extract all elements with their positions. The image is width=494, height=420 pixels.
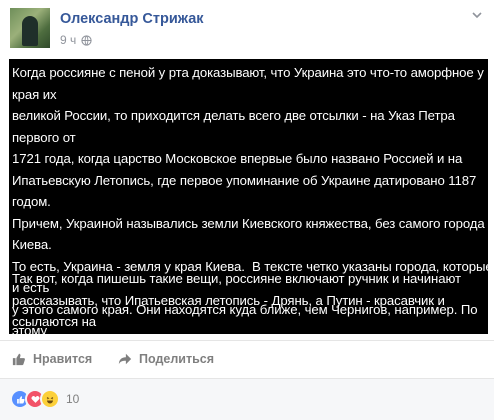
post-timestamp[interactable]: 9 ч — [60, 33, 92, 47]
like-label: Нравится — [33, 352, 93, 366]
reactions-count[interactable]: 10 — [66, 392, 79, 406]
reactions-summary[interactable]: 10 — [10, 389, 79, 409]
avatar[interactable] — [10, 8, 50, 48]
chevron-down-icon[interactable] — [470, 8, 484, 22]
share-arrow-icon — [118, 353, 132, 365]
avatar-figure — [22, 16, 38, 46]
post-card: Олександр Стрижак 9 ч Когда россияне с п… — [0, 0, 494, 420]
globe-icon — [81, 34, 92, 46]
post-time[interactable]: 9 ч — [60, 33, 76, 47]
post-image[interactable]: Когда россияне с пеной у рта доказывают,… — [9, 59, 488, 334]
thumbs-up-icon — [12, 353, 25, 366]
like-button[interactable]: Нравится — [12, 352, 92, 366]
haha-icon — [40, 389, 60, 409]
image-text-paragraph-2: Так вот, когда пишешь такие вещи, россия… — [12, 271, 461, 329]
post-actions: Нравится Поделиться — [0, 340, 494, 379]
post-author[interactable]: Олександр Стрижак — [60, 11, 204, 27]
reactions-bar: 10 — [0, 378, 494, 420]
share-button[interactable]: Поделиться — [118, 352, 214, 366]
share-label: Поделиться — [139, 352, 215, 366]
